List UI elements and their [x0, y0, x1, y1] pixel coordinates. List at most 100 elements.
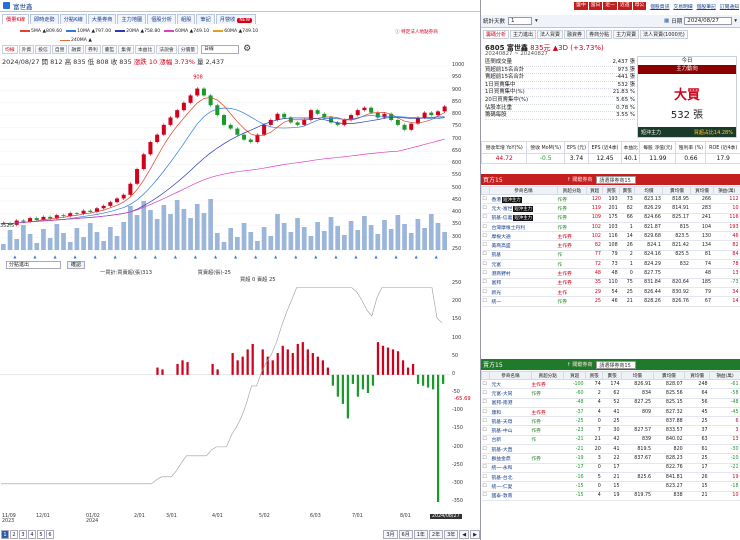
broker-name[interactable]: 統一-永和 — [489, 463, 532, 473]
broker-row[interactable]: ☐ 台新作 -21 21 42 839 840.02 63 13 — [481, 435, 740, 446]
broker-row[interactable]: ☐ 群益金鼎 作券 -19 3 22 837.67 828.23 25 -10 — [481, 453, 740, 464]
top-tab[interactable]: 分點K線 — [59, 13, 87, 24]
broker-row[interactable]: ☐ 香港 短沖主力 作券 120 193 73 823.13 818.95 266 112 — [481, 194, 740, 205]
prev-icon[interactable]: ◀ — [459, 529, 470, 539]
broker-row[interactable]: ☐ 凱基-台北 -16 5 21 825.6 841.81 26 19 — [481, 472, 740, 483]
sub-tab[interactable]: 分價量 — [177, 45, 199, 54]
broker-row[interactable]: ☐ 凱基作 77 79 2 824.16 825.5 81 84 — [481, 250, 740, 261]
broker-row[interactable]: ☐ 康和 主作券 -37 4 41 809 827.32 45 -45 — [481, 407, 740, 418]
notice-link[interactable]: ⓘ 特定法人地點券商 — [395, 29, 438, 35]
range-button[interactable]: 3年 — [444, 529, 459, 539]
sub-tab[interactable]: 融資 — [68, 45, 85, 54]
indicator-confirm-button[interactable]: 確認 — [67, 260, 86, 269]
page-button[interactable]: 1 — [1, 529, 9, 539]
broker-row[interactable]: ☐ 新光 主作 29 54 25 826.44 830.92 79 34 — [481, 287, 740, 298]
broker-name[interactable]: 國泰-敦南 — [489, 491, 532, 501]
top-tab[interactable]: 個股分析 — [147, 13, 176, 24]
date-dropdown-icon[interactable]: ▾ — [734, 18, 737, 24]
broker-name[interactable]: 凱基-中山 — [489, 425, 532, 436]
mode-button[interactable]: 母公 — [632, 2, 647, 10]
sub-tab[interactable]: 集保 — [118, 45, 134, 54]
sub-tab[interactable]: 投信 — [35, 45, 51, 54]
broker-row[interactable]: ☐ 國泰-敦南 -15 4 19 819.75 838 21 10 — [481, 491, 740, 501]
page-button[interactable]: 2 — [10, 529, 18, 539]
buy-broker-input[interactable]: 請選擇券商15 — [596, 175, 637, 184]
broker-row[interactable]: ☐ 凱基-信義 短沖主力 作券 109 175 66 824.66 825.17 241 116 — [481, 213, 740, 223]
indicator-select[interactable]: 分點進出 — [6, 260, 61, 269]
dropdown-icon[interactable]: ▾ — [535, 18, 538, 24]
header-link[interactable]: 個股資訊 — [650, 3, 669, 10]
price-chart[interactable]: 908 352.5 ▲ ▲ ▲ ▲ ▲ ▲ ▲ ▲ ▲ ▲ ▲ ▲ ▲ ▲ ▲ ▲ ▲ ▲ ▲ ▲ ▲ ▲ — [0, 62, 450, 262]
broker-name[interactable]: 元大 — [489, 379, 532, 390]
top-tab[interactable]: 價量K線 — [2, 13, 29, 24]
range-button[interactable]: 1年 — [413, 529, 428, 539]
broker-row[interactable]: ☐ 統一 作券 25 46 21 828.26 826.76 67 14 — [481, 296, 740, 307]
broker-row[interactable]: ☐ 富邦-南港 -48 4 52 827.25 825.15 56 -48 — [481, 398, 740, 408]
broker-row[interactable]: ☐ 元富-大同 作券 -60 2 62 834 825.56 64 -58 — [481, 388, 740, 399]
mode-button[interactable]: 當日 — [588, 2, 603, 10]
sub-tab[interactable]: 法說會 — [156, 45, 177, 54]
broker-row[interactable]: ☐ 港商野村 主作券 48 48 0 827.75 48 13 — [481, 268, 740, 279]
broker-net-chart[interactable] — [0, 276, 450, 512]
sub-tab[interactable]: 本益比 — [134, 45, 156, 54]
broker-name[interactable]: 富邦-南港 — [489, 398, 532, 408]
mode-button[interactable]: 盤中 — [574, 2, 588, 10]
right-tab[interactable]: 主力買賣 — [613, 30, 640, 39]
range-button[interactable]: 3月 — [383, 529, 398, 539]
broker-row[interactable]: ☐ 凱基-天母 作券 -25 0 25 837.88 25 6 — [481, 416, 740, 427]
sell-broker-input[interactable]: 請選擇券商15 — [596, 360, 637, 369]
broker-name[interactable]: 群益金鼎 — [489, 453, 532, 464]
right-tab[interactable]: 法人買賣 — [537, 30, 564, 39]
right-tab[interactable]: 籌碼分析 — [483, 30, 510, 39]
header-link[interactable]: 交易明細 — [673, 3, 692, 10]
range-button[interactable]: 6月 — [398, 529, 413, 539]
broker-name[interactable]: 凱基 — [489, 250, 558, 261]
broker-name[interactable]: 美商高盛 — [489, 240, 558, 251]
broker-name[interactable]: 統一-仁愛 — [489, 481, 532, 492]
broker-row[interactable]: ☐ 統一-永和 -17 0 17 822.76 17 -21 — [481, 463, 740, 473]
mode-button[interactable]: 近一 — [603, 2, 617, 10]
broker-name[interactable]: 凱基-信義 短沖主力 — [489, 213, 558, 223]
broker-row[interactable]: ☐ 統一-仁愛 -15 0 15 823.27 15 -18 — [481, 481, 740, 492]
sub-tab[interactable]: 外資 — [18, 45, 35, 54]
stat-days-select[interactable]: 1 — [508, 17, 533, 25]
broker-name[interactable]: 富邦 — [489, 278, 558, 288]
next-icon[interactable]: ▶ — [470, 529, 480, 539]
sub-tab[interactable]: 均線 — [2, 45, 18, 54]
header-link[interactable]: 個股筆記 — [697, 3, 716, 10]
broker-row[interactable]: ☐ 台灣摩根士丹利 作券 102 103 1 821.87 815 104 193 — [481, 222, 740, 233]
date-input[interactable]: 2024/08/27 — [684, 17, 733, 25]
page-button[interactable]: 6 — [46, 529, 54, 539]
page-button[interactable]: 5 — [37, 529, 45, 539]
broker-row[interactable]: ☐ 美商高盛 主作券 82 108 26 824.1 821.42 134 82 — [481, 240, 740, 251]
top-tab[interactable]: 即時走勢 — [29, 13, 59, 24]
header-link[interactable]: 訂閱通知 — [720, 3, 739, 10]
broker-row[interactable]: ☐ 元富作 72 73 1 824.29 832 74 78 — [481, 259, 740, 270]
sub-tab[interactable]: 券利 — [85, 45, 101, 54]
broker-row[interactable]: ☐ 摩根大通 主作券 102 116 14 829.68 823.5 130 46 — [481, 231, 740, 242]
broker-name[interactable]: 台新 — [489, 435, 532, 446]
top-tab[interactable]: 筆記 — [196, 13, 215, 24]
top-tab[interactable]: 組股 — [177, 13, 196, 24]
right-tab[interactable]: 主力進出 — [510, 30, 537, 39]
broker-name[interactable]: 摩根大通 — [489, 231, 558, 242]
sub-tab[interactable]: 董監 — [101, 45, 118, 54]
sub-tab[interactable]: 自營 — [51, 45, 68, 54]
broker-row[interactable]: ☐ 凱基-大直 -21 20 41 819.5 820 61 -30 — [481, 444, 740, 455]
broker-name[interactable]: 凱基-大直 — [489, 444, 532, 455]
right-tab[interactable]: 法人買賣(1000元) — [640, 30, 688, 39]
broker-name[interactable]: 凱基-天母 — [489, 416, 532, 427]
mode-button[interactable]: 近週 — [617, 2, 632, 10]
broker-row[interactable]: ☐ 富邦 主作券 35 110 75 831.84 820.64 185 -73 — [481, 278, 740, 288]
calendar-icon[interactable]: ▦ — [664, 18, 669, 24]
top-tab[interactable]: 大量券商 — [87, 13, 117, 24]
broker-row[interactable]: ☐ 凱基-中山 作券 -23 7 30 827.57 833.57 37 3 — [481, 425, 740, 436]
page-button[interactable]: 4 — [28, 529, 36, 539]
period-select[interactable]: 日線 — [201, 45, 240, 54]
broker-name[interactable]: 元富 — [489, 259, 558, 270]
broker-name[interactable]: 康和 — [489, 407, 532, 418]
broker-name[interactable]: 元大-富世 短沖主力 — [489, 203, 558, 214]
broker-row[interactable]: ☐ 元大-富世 短沖主力 作券 119 201 82 826.29 814.91 283 10 — [481, 203, 740, 214]
right-tab[interactable]: 融資券 — [564, 30, 586, 39]
broker-name[interactable]: 香港 短沖主力 — [489, 194, 558, 205]
